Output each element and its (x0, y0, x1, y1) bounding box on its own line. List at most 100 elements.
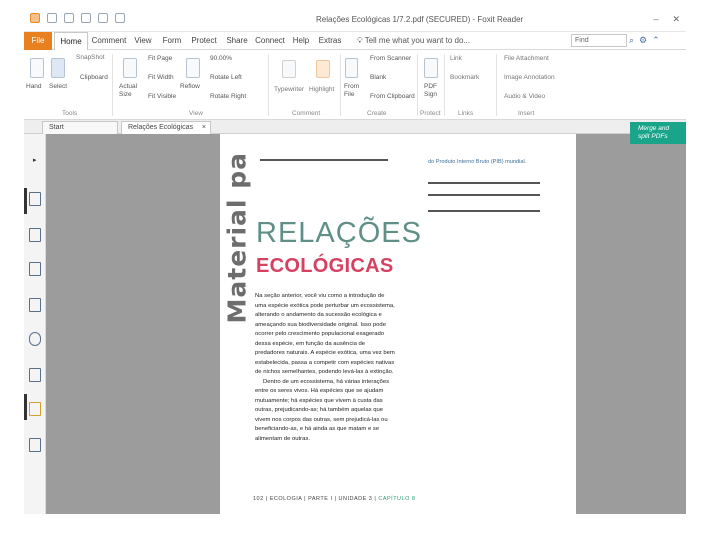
fit-width-button[interactable]: Fit Width (148, 74, 174, 81)
reflow-icon (186, 58, 200, 78)
ribbon-separator (496, 54, 497, 116)
tab-connect[interactable]: Connect (254, 32, 286, 50)
watermark-text: Material pa (222, 152, 252, 324)
fit-page-button[interactable]: Fit Page (148, 55, 172, 62)
select-button[interactable]: Select (49, 83, 67, 90)
tab-share[interactable]: Share (224, 32, 250, 50)
clipboard-button[interactable]: Clipboard (80, 74, 108, 81)
paragraph-2: Dentro de um ecossistema, há várias inte… (255, 378, 390, 442)
window-title: Relações Ecológicas 1/7.2.pdf (SECURED) … (316, 15, 524, 24)
typewriter-icon (282, 60, 296, 78)
highlight-button[interactable]: Highlight (309, 86, 334, 93)
print-icon[interactable] (81, 13, 91, 23)
from-file-button[interactable]: From File (344, 83, 359, 99)
undo-icon[interactable] (98, 13, 108, 23)
file-attachment-button[interactable]: File Attachment (504, 55, 549, 62)
minimize-button[interactable]: – (653, 14, 658, 25)
pages-icon[interactable] (29, 192, 41, 206)
search-icon[interactable]: ⌕ (629, 35, 634, 46)
actual-size-button[interactable]: Actual Size (119, 83, 143, 99)
group-label-comment: Comment (292, 110, 321, 117)
tab-view[interactable]: View (131, 32, 155, 50)
merge-line-1: Merge and (638, 125, 670, 132)
from-scanner-button[interactable]: From Scanner (370, 55, 411, 62)
audio-video-button[interactable]: Audio & Video (504, 93, 545, 100)
group-label-view: View (189, 110, 203, 117)
redacted-line (428, 194, 540, 196)
menu-bar: File Home Comment View Form Protect Shar… (24, 32, 686, 50)
quick-access-toolbar (30, 13, 125, 23)
pdf-page[interactable]: Material pa do Produto Interno Bruto (PI… (220, 134, 576, 514)
close-tab-icon[interactable]: × (202, 122, 206, 134)
page-title-line-2: ECOLÓGICAS (256, 255, 394, 277)
tell-me-search[interactable]: 💡︎ Tell me what you want to do... (357, 36, 470, 46)
footer-page-number: 102 (253, 496, 264, 502)
chevron-up-icon[interactable]: ⌃ (652, 35, 660, 46)
left-navigation-panel: ▸ (24, 134, 46, 514)
tab-start[interactable]: Start (42, 121, 118, 134)
link-button[interactable]: Link (450, 55, 462, 62)
rotate-left-button[interactable]: Rotate Left (210, 74, 242, 81)
image-annotation-button[interactable]: Image Annotation (504, 74, 555, 81)
group-label-create: Create (367, 110, 387, 117)
signature-icon[interactable] (29, 368, 41, 382)
title-bar: Relações Ecológicas 1/7.2.pdf (SECURED) … (24, 10, 686, 32)
content-icon[interactable] (29, 438, 41, 452)
rotate-right-button[interactable]: Rotate Right (210, 93, 246, 100)
highlight-icon (316, 60, 330, 78)
typewriter-button[interactable]: Typewriter (274, 86, 304, 93)
paragraph-1: Na seção anterior, você viu como a intro… (255, 293, 395, 375)
credit-text: do Produto Interno Bruto (PIB) mundial. (428, 159, 527, 165)
app-logo-icon (30, 13, 40, 23)
ribbon-separator (268, 54, 269, 116)
redo-icon[interactable] (115, 13, 125, 23)
close-button[interactable]: ✕ (672, 14, 680, 25)
from-clipboard-button[interactable]: From Clipboard (370, 93, 415, 100)
footer-section-d: CAPÍTULO 8 (378, 496, 416, 502)
vertical-watermark: Material pa (222, 134, 252, 324)
bookmarks-icon[interactable] (29, 228, 41, 242)
footer-section-b: PARTE I (308, 496, 333, 502)
snapshot-button[interactable]: SnapShot (76, 54, 105, 61)
group-label-tools: Tools (62, 110, 78, 117)
lightbulb-icon: 💡︎ (357, 36, 365, 45)
tab-comment[interactable]: Comment (91, 32, 127, 50)
page-footer: 102 | ECOLOGIA | PARTE I | UNIDADE 3 | C… (253, 496, 416, 502)
document-workspace[interactable]: Material pa do Produto Interno Bruto (PI… (46, 134, 686, 514)
pdf-sign-button[interactable]: PDF Sign (424, 83, 438, 99)
lock-icon[interactable] (29, 402, 41, 416)
tab-document[interactable]: Relações Ecológicas 1/7... × (121, 121, 211, 143)
tab-protect[interactable]: Protect (187, 32, 221, 50)
merge-line-2: split PDFs (638, 133, 668, 140)
fit-visible-button[interactable]: Fit Visible (148, 93, 176, 100)
panel-indicator (24, 394, 27, 420)
hand-icon (30, 58, 44, 78)
merge-split-pdfs-button[interactable]: Merge and split PDFs (630, 122, 686, 144)
layers-icon[interactable] (29, 262, 41, 276)
open-icon[interactable] (47, 13, 57, 23)
zoom-select[interactable]: 90.00% (210, 55, 232, 62)
foxit-reader-window: Relações Ecológicas 1/7.2.pdf (SECURED) … (24, 10, 686, 514)
find-input[interactable]: Find (571, 34, 627, 47)
group-label-insert: Insert (518, 110, 535, 117)
save-icon[interactable] (64, 13, 74, 23)
expand-panel-icon[interactable]: ▸ (33, 156, 37, 164)
active-panel-indicator (24, 188, 27, 214)
comments-icon[interactable] (29, 298, 41, 312)
window-controls: – ✕ (653, 14, 680, 25)
redacted-line (260, 159, 388, 161)
ribbon-separator (340, 54, 341, 116)
tab-form[interactable]: Form (159, 32, 185, 50)
blank-button[interactable]: Blank (370, 74, 386, 81)
tab-file[interactable]: File (24, 32, 52, 50)
settings-icon[interactable]: ⚙ (639, 35, 647, 46)
tab-help[interactable]: Help (290, 32, 312, 50)
redacted-line (428, 210, 540, 212)
reflow-button[interactable]: Reflow (180, 83, 200, 90)
tab-extras[interactable]: Extras (316, 32, 344, 50)
hand-button[interactable]: Hand (26, 83, 42, 90)
tab-home[interactable]: Home (54, 32, 88, 50)
document-tab-bar: Start Relações Ecológicas 1/7... × (24, 120, 686, 143)
bookmark-button[interactable]: Bookmark (450, 74, 479, 81)
attachment-icon[interactable] (29, 332, 41, 346)
